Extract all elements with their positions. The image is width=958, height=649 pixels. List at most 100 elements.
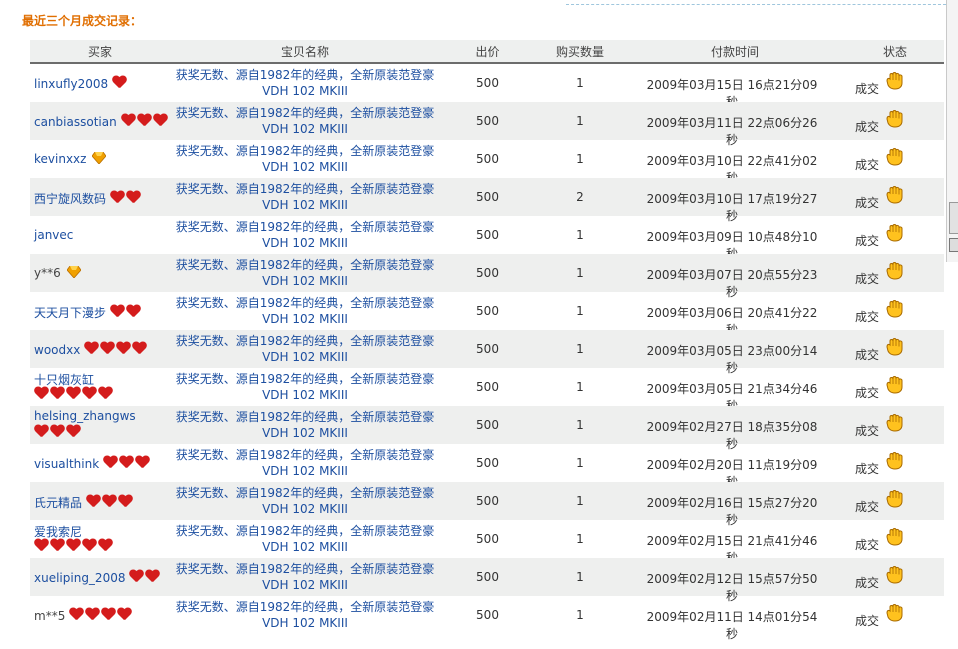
col-buyer: 买家 [87, 45, 112, 59]
heart-icon [85, 608, 100, 621]
item-title[interactable]: 获奖无数、源自1982年的经典，全新原装范登豪 [170, 143, 440, 159]
quantity-cell: 1 [576, 608, 584, 622]
item-model[interactable]: VDH 102 MKIII [170, 615, 440, 631]
buyer-link[interactable]: 西宁旋风数码 [34, 192, 106, 206]
buyer-link[interactable]: 氏元精品 [34, 496, 82, 510]
item-model[interactable]: VDH 102 MKIII [170, 121, 440, 137]
item-link[interactable]: 获奖无数、源自1982年的经典，全新原装范登豪 VDH 102 MKIII [170, 447, 440, 479]
heart-icon [110, 305, 125, 318]
price-cell: 500 [476, 608, 499, 622]
item-model[interactable]: VDH 102 MKIII [170, 501, 440, 517]
item-link[interactable]: 获奖无数、源自1982年的经典，全新原装范登豪 VDH 102 MKIII [170, 67, 440, 99]
item-model[interactable]: VDH 102 MKIII [170, 235, 440, 251]
status-cell: 成交 [855, 414, 935, 438]
heart-icon [50, 387, 65, 400]
buyer-rank [34, 425, 82, 440]
buyer-link[interactable]: visualthink [34, 457, 99, 471]
item-title[interactable]: 获奖无数、源自1982年的经典，全新原装范登豪 [170, 219, 440, 235]
quantity-cell: 1 [576, 304, 584, 318]
status-cell: 成交 [855, 110, 935, 134]
scrollbar-fragment-small[interactable] [949, 238, 958, 252]
buyer-rank [90, 152, 107, 166]
col-time: 付款时间 [710, 45, 759, 59]
thumbs-up-hand-icon [886, 604, 903, 622]
item-title[interactable]: 获奖无数、源自1982年的经典，全新原装范登豪 [170, 523, 440, 539]
item-title[interactable]: 获奖无数、源自1982年的经典，全新原装范登豪 [170, 257, 440, 273]
status-text: 成交 [855, 310, 880, 324]
buyer-link[interactable]: woodxx [34, 343, 80, 357]
heart-icon [34, 425, 49, 438]
status-text: 成交 [855, 424, 880, 438]
buyer-link[interactable]: xueliping_2008 [34, 571, 125, 585]
item-title[interactable]: 获奖无数、源自1982年的经典，全新原装范登豪 [170, 105, 440, 121]
buyer-link[interactable]: 爱我索尼 [34, 525, 82, 539]
item-model[interactable]: VDH 102 MKIII [170, 539, 440, 555]
col-status: 状态 [882, 45, 907, 59]
table-row: y**6 获奖无数、源自1982年的经典，全新原装范登豪 VDH 102 MKII… [30, 254, 944, 299]
item-title[interactable]: 获奖无数、源自1982年的经典，全新原装范登豪 [170, 67, 440, 83]
item-link[interactable]: 获奖无数、源自1982年的经典，全新原装范登豪 VDH 102 MKIII [170, 485, 440, 517]
item-link[interactable]: 获奖无数、源自1982年的经典，全新原装范登豪 VDH 102 MKIII [170, 219, 440, 251]
item-model[interactable]: VDH 102 MKIII [170, 349, 440, 365]
item-link[interactable]: 获奖无数、源自1982年的经典，全新原装范登豪 VDH 102 MKIII [170, 105, 440, 137]
item-model[interactable]: VDH 102 MKIII [170, 197, 440, 213]
buyer-link[interactable]: 天天月下漫步 [34, 306, 106, 320]
item-title[interactable]: 获奖无数、源自1982年的经典，全新原装范登豪 [170, 447, 440, 463]
item-title[interactable]: 获奖无数、源自1982年的经典，全新原装范登豪 [170, 561, 440, 577]
thumbs-up-hand-icon [886, 490, 903, 508]
item-model[interactable]: VDH 102 MKIII [170, 425, 440, 441]
heart-icon [84, 342, 99, 355]
item-link[interactable]: 获奖无数、源自1982年的经典，全新原装范登豪 VDH 102 MKIII [170, 295, 440, 327]
table-row: 西宁旋风数码 获奖无数、源自1982年的经典，全新原装范登豪 VDH 102 MK… [30, 178, 944, 223]
item-link[interactable]: 获奖无数、源自1982年的经典，全新原装范登豪 VDH 102 MKIII [170, 257, 440, 289]
status-text: 成交 [855, 462, 880, 476]
thumbs-up-hand-icon [886, 452, 903, 470]
item-link[interactable]: 获奖无数、源自1982年的经典，全新原装范登豪 VDH 102 MKIII [170, 143, 440, 175]
item-title[interactable]: 获奖无数、源自1982年的经典，全新原装范登豪 [170, 371, 440, 387]
item-model[interactable]: VDH 102 MKIII [170, 273, 440, 289]
item-link[interactable]: 获奖无数、源自1982年的经典，全新原装范登豪 VDH 102 MKIII [170, 409, 440, 441]
diamond-icon [92, 152, 107, 164]
buyer-link[interactable]: kevinxxz [34, 152, 86, 166]
thumbs-up-hand-icon [886, 414, 903, 432]
buyer-link[interactable]: canbiassotian [34, 115, 117, 129]
item-model[interactable]: VDH 102 MKIII [170, 83, 440, 99]
item-title[interactable]: 获奖无数、源自1982年的经典，全新原装范登豪 [170, 295, 440, 311]
item-link[interactable]: 获奖无数、源自1982年的经典，全新原装范登豪 VDH 102 MKIII [170, 523, 440, 555]
item-link[interactable]: 获奖无数、源自1982年的经典，全新原装范登豪 VDH 102 MKIII [170, 371, 440, 403]
item-title[interactable]: 获奖无数、源自1982年的经典，全新原装范登豪 [170, 333, 440, 349]
item-link[interactable]: 获奖无数、源自1982年的经典，全新原装范登豪 VDH 102 MKIII [170, 181, 440, 213]
item-model[interactable]: VDH 102 MKIII [170, 311, 440, 327]
buyer-link[interactable]: linxufly2008 [34, 77, 108, 91]
item-link[interactable]: 获奖无数、源自1982年的经典，全新原装范登豪 VDH 102 MKIII [170, 599, 440, 631]
item-title[interactable]: 获奖无数、源自1982年的经典，全新原装范登豪 [170, 485, 440, 501]
item-model[interactable]: VDH 102 MKIII [170, 463, 440, 479]
heart-icon [129, 570, 144, 583]
scrollbar-fragment[interactable] [949, 202, 958, 234]
item-title[interactable]: 获奖无数、源自1982年的经典，全新原装范登豪 [170, 181, 440, 197]
buyer-link[interactable]: y**6 [34, 266, 61, 280]
item-title[interactable]: 获奖无数、源自1982年的经典，全新原装范登豪 [170, 409, 440, 425]
table-row: helsing_zhangws 获奖无数、源自1982年的经典，全新原装范登豪 VD… [30, 406, 944, 451]
item-link[interactable]: 获奖无数、源自1982年的经典，全新原装范登豪 VDH 102 MKIII [170, 333, 440, 365]
buyer-link[interactable]: m**5 [34, 609, 65, 623]
table-row: canbiassotian 获奖无数、源自1982年的经典，全新原装范登豪 VDH… [30, 102, 944, 147]
buyer-link[interactable]: janvec [34, 228, 73, 242]
heart-icon [66, 425, 81, 438]
item-model[interactable]: VDH 102 MKIII [170, 577, 440, 593]
item-link[interactable]: 获奖无数、源自1982年的经典，全新原装范登豪 VDH 102 MKIII [170, 561, 440, 593]
item-model[interactable]: VDH 102 MKIII [170, 387, 440, 403]
buyer-link[interactable]: 十只烟灰缸 [34, 373, 94, 387]
heart-icon [135, 456, 150, 469]
table-header: 买家 宝贝名称 出价 购买数量 付款时间 状态 [30, 40, 944, 64]
status-cell: 成交 [855, 300, 935, 324]
buyer-rank [112, 77, 128, 91]
status-cell: 成交 [855, 224, 935, 248]
buyer-link[interactable]: helsing_zhangws [34, 409, 136, 423]
thumbs-up-hand-icon [886, 262, 903, 280]
status-text: 成交 [855, 234, 880, 248]
price-cell: 500 [476, 570, 499, 584]
table-body: linxufly2008 获奖无数、源自1982年的经典，全新原装范登豪 VDH … [30, 64, 944, 641]
item-title[interactable]: 获奖无数、源自1982年的经典，全新原装范登豪 [170, 599, 440, 615]
item-model[interactable]: VDH 102 MKIII [170, 159, 440, 175]
